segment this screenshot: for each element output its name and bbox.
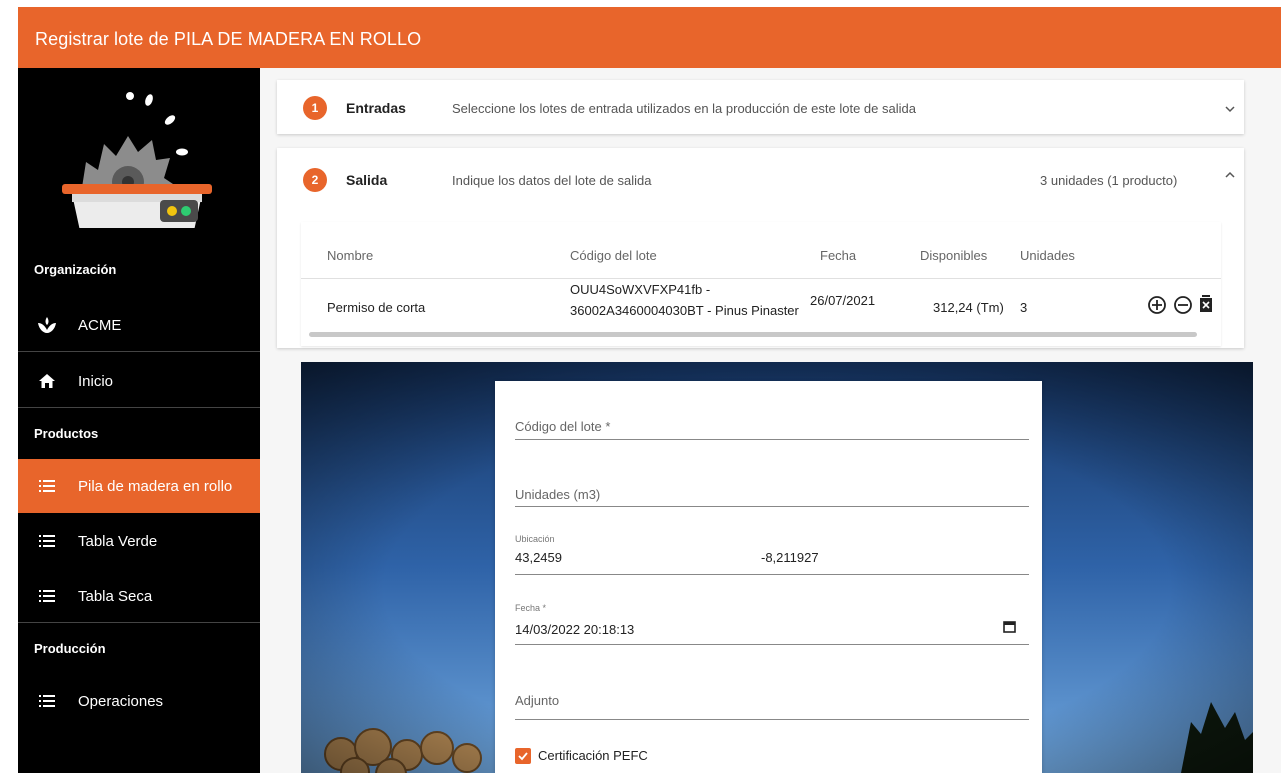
row-code-line2: 36002A3460004030BT - Pinus Pinaster: [570, 303, 799, 318]
sidebar-item-label: Operaciones: [78, 692, 164, 710]
pefc-checkbox[interactable]: [515, 748, 531, 764]
step-number-badge: 2: [303, 168, 327, 192]
sidebar-item-home[interactable]: Inicio: [18, 354, 260, 408]
sidebar-item-pila-madera-rollo[interactable]: Pila de madera en rollo: [18, 459, 260, 513]
sidebar-item-tabla-verde[interactable]: Tabla Verde: [18, 514, 260, 568]
row-date: 26/07/2021: [810, 293, 876, 308]
units-field[interactable]: Unidades (m3): [515, 481, 1029, 507]
list-icon: [36, 475, 58, 497]
step-description: Seleccione los lotes de entrada utilizad…: [452, 101, 916, 116]
sidebar-item-label: Pila de madera en rollo: [78, 477, 233, 495]
chevron-down-icon[interactable]: [1223, 102, 1237, 116]
date-label: Fecha *: [515, 603, 547, 613]
table-header-name: Nombre: [327, 248, 374, 263]
table-header-date: Fecha: [820, 248, 857, 263]
add-circle-icon[interactable]: [1147, 295, 1167, 315]
location-label: Ubicación: [515, 534, 555, 544]
table-header-available: Disponibles: [920, 248, 988, 263]
row-name: Permiso de corta: [327, 300, 426, 315]
row-available: 312,24 (Tm): [933, 300, 1004, 315]
production-section-label: Producción: [34, 641, 106, 656]
sawmill-logo-icon: [62, 92, 212, 228]
step-salida-panel: 2 Salida Indique los datos del lote de s…: [277, 148, 1244, 348]
delete-icon[interactable]: [1199, 295, 1213, 313]
lot-code-field[interactable]: Código del lote *: [515, 415, 1029, 440]
sidebar: Organización ACME Inicio Productos Pila …: [18, 68, 260, 773]
sidebar-item-label: ACME: [78, 316, 122, 334]
chevron-up-icon[interactable]: [1223, 168, 1237, 182]
sidebar-divider: [18, 351, 260, 352]
sidebar-item-organization[interactable]: ACME: [18, 298, 260, 352]
sidebar-item-operaciones[interactable]: Operaciones: [18, 674, 260, 728]
products-section-label: Productos: [34, 426, 99, 441]
table-header-units: Unidades: [1020, 248, 1075, 263]
page-title: Registrar lote de PILA DE MADERA EN ROLL…: [35, 29, 422, 49]
attachment-field[interactable]: Adjunto: [515, 683, 1029, 720]
table-divider: [301, 278, 1221, 279]
sidebar-item-label: Tabla Verde: [78, 532, 158, 550]
list-icon: [36, 690, 58, 712]
row-code-line1: OUU4SoWXVFXP41fb -: [570, 282, 711, 297]
main-content: 1 Entradas Seleccione los lotes de entra…: [260, 68, 1281, 773]
pefc-label: Certificación PEFC: [538, 748, 648, 763]
step-entradas-panel[interactable]: 1 Entradas Seleccione los lotes de entra…: [277, 80, 1244, 134]
lots-table: Nombre Código del lote Fecha Disponibles…: [301, 222, 1221, 346]
sidebar-item-label: Inicio: [78, 372, 114, 390]
sidebar-divider: [18, 407, 260, 408]
organization-icon: [36, 314, 58, 336]
lot-code-placeholder: Código del lote *: [515, 419, 611, 434]
remove-circle-icon[interactable]: [1173, 295, 1193, 315]
sidebar-item-label: Tabla Seca: [78, 587, 153, 605]
list-icon: [36, 530, 58, 552]
step-number-badge: 1: [303, 96, 327, 120]
attachment-placeholder: Adjunto: [515, 693, 560, 708]
step-title: Salida: [346, 172, 388, 188]
units-placeholder: Unidades (m3): [515, 487, 601, 502]
date-field[interactable]: Fecha * 14/03/2022 20:18:13: [515, 603, 1029, 645]
row-units: 3: [1020, 300, 1028, 315]
table-header-code: Código del lote: [570, 248, 657, 263]
step-title: Entradas: [346, 100, 406, 116]
latitude-value: 43,2459: [515, 550, 562, 565]
lot-form: Código del lote * Unidades (m3) Ubicació…: [495, 381, 1042, 773]
date-value: 14/03/2022 20:18:13: [515, 622, 635, 637]
sidebar-item-tabla-seca[interactable]: Tabla Seca: [18, 569, 260, 623]
organization-section-label: Organización: [34, 262, 117, 277]
location-field[interactable]: Ubicación 43,2459 -8,211927: [515, 534, 1029, 575]
calendar-icon[interactable]: [1003, 620, 1016, 633]
list-icon: [36, 585, 58, 607]
horizontal-scrollbar[interactable]: [309, 332, 1197, 337]
check-icon: [518, 752, 528, 761]
sidebar-divider: [18, 622, 260, 623]
home-icon: [36, 370, 58, 392]
step-summary: 3 unidades (1 producto): [1040, 173, 1178, 188]
app-header: Registrar lote de PILA DE MADERA EN ROLL…: [18, 7, 1281, 68]
step-description: Indique los datos del lote de salida: [452, 173, 652, 188]
longitude-value: -8,211927: [761, 550, 819, 565]
